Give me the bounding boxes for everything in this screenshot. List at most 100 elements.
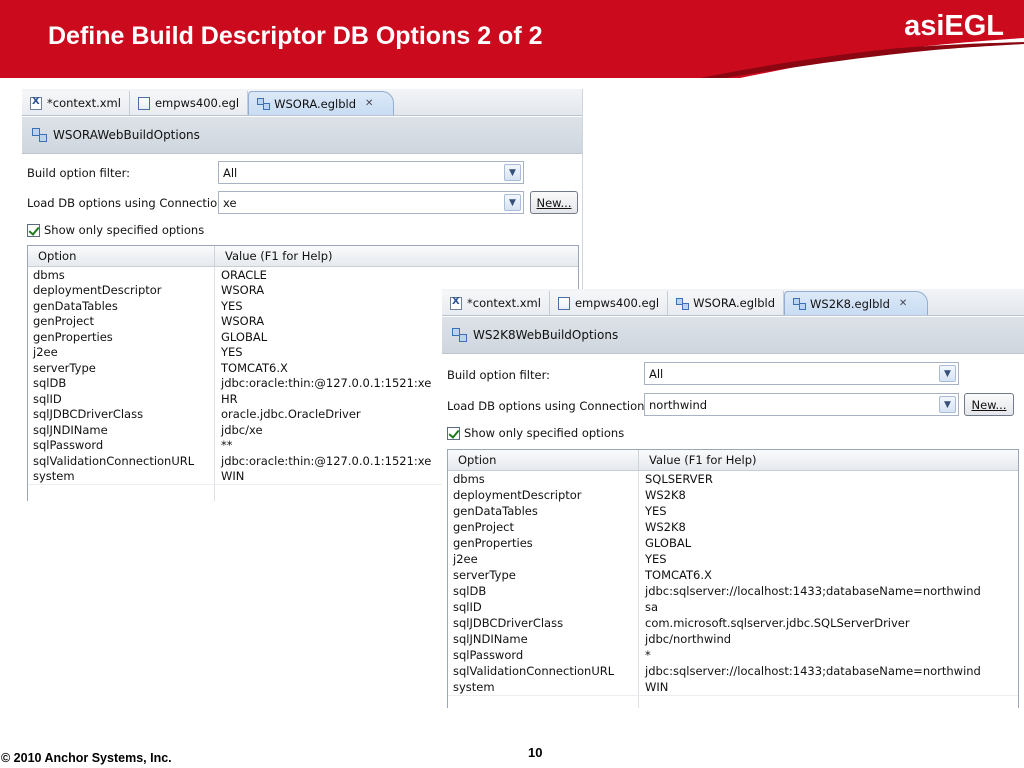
option-name-cell: deploymentDescriptor xyxy=(448,487,639,503)
close-icon[interactable]: ✕ xyxy=(899,298,907,309)
option-value-cell[interactable]: WS2K8 xyxy=(639,487,1018,503)
table-row[interactable]: sqlID sa xyxy=(448,599,1018,615)
tab-label: WSORA.eglbld xyxy=(274,96,357,111)
connection-value: xe xyxy=(223,195,237,210)
editor-tab-bar: *context.xml empws400.egl WSORA.eglbld ✕ xyxy=(22,89,582,116)
column-header-option[interactable]: Option xyxy=(448,450,639,470)
chevron-down-icon[interactable]: ▼ xyxy=(939,365,956,382)
option-name-cell: sqlID xyxy=(448,599,639,615)
tab-ws2k8-eglbld[interactable]: WS2K8.eglbld ✕ xyxy=(784,291,929,315)
option-value-cell[interactable]: jdbc:sqlserver://localhost:1433;database… xyxy=(639,663,1018,679)
option-name-cell: sqlValidationConnectionURL xyxy=(448,663,639,679)
checkbox-checked-icon[interactable] xyxy=(27,223,40,237)
table-row[interactable]: dbms SQLSERVER xyxy=(448,471,1018,487)
show-specified-checkbox-row[interactable]: Show only specified options xyxy=(27,223,204,237)
option-value-cell[interactable]: SQLSERVER xyxy=(639,471,1018,487)
new-connection-button[interactable]: New... xyxy=(530,191,578,214)
new-connection-button[interactable]: New... xyxy=(964,393,1014,416)
form-header: WS2K8WebBuildOptions xyxy=(442,317,1024,354)
checkbox-label: Show only specified options xyxy=(464,426,625,440)
page-number: 10 xyxy=(528,745,543,760)
option-value-cell[interactable]: YES xyxy=(639,551,1018,567)
option-name-cell: serverType xyxy=(448,567,639,583)
tab-context-xml[interactable]: *context.xml xyxy=(22,91,130,115)
table-row[interactable]: sqlJNDIName jdbc/northwind xyxy=(448,631,1018,647)
table-header: Option Value (F1 for Help) xyxy=(448,450,1018,471)
tab-context-xml[interactable]: *context.xml xyxy=(442,291,550,315)
checkbox-label: Show only specified options xyxy=(44,223,205,237)
column-header-option[interactable]: Option xyxy=(28,246,215,266)
chevron-down-icon[interactable]: ▼ xyxy=(939,396,956,413)
option-value-cell[interactable]: sa xyxy=(639,599,1018,615)
empty-cell xyxy=(448,696,639,708)
table-header: Option Value (F1 for Help) xyxy=(28,246,578,267)
option-name-cell: sqlID xyxy=(28,391,215,407)
tab-wsora-eglbld[interactable]: WSORA.eglbld xyxy=(668,291,785,315)
option-name-cell: j2ee xyxy=(448,551,639,567)
option-value-cell[interactable]: jdbc/northwind xyxy=(639,631,1018,647)
close-icon[interactable]: ✕ xyxy=(365,98,373,109)
connection-combo[interactable]: northwind ▼ xyxy=(644,393,959,416)
table-row[interactable]: j2ee YES xyxy=(448,551,1018,567)
table-row[interactable]: genDataTables YES xyxy=(448,503,1018,519)
filter-combo[interactable]: All ▼ xyxy=(644,362,959,385)
option-name-cell: genProject xyxy=(448,519,639,535)
option-name-cell: system xyxy=(28,468,215,484)
option-name-cell: genProperties xyxy=(448,535,639,551)
option-name-cell: dbms xyxy=(448,471,639,487)
table-body: dbms SQLSERVER deploymentDescriptor WS2K8 ge… xyxy=(448,471,1018,708)
build-options-icon xyxy=(452,328,467,342)
table-row[interactable]: dbms ORACLE xyxy=(28,267,578,283)
option-value-cell[interactable]: * xyxy=(639,647,1018,663)
checkbox-checked-icon[interactable] xyxy=(447,426,460,440)
filter-combo[interactable]: All ▼ xyxy=(218,161,524,184)
editor-panel-ws2k8: *context.xml empws400.egl WSORA.eglbld W… xyxy=(442,289,1024,708)
option-value-cell[interactable]: ORACLE xyxy=(215,267,578,283)
show-specified-checkbox-row[interactable]: Show only specified options xyxy=(447,426,624,440)
table-row[interactable]: system WIN xyxy=(448,679,1018,695)
option-name-cell: sqlPassword xyxy=(448,647,639,663)
tab-label: empws400.egl xyxy=(154,96,240,110)
build-descriptor-icon xyxy=(257,97,271,110)
option-value-cell[interactable]: com.microsoft.sqlserver.jdbc.SQLServerDr… xyxy=(639,615,1018,631)
tab-label: *context.xml xyxy=(47,96,121,110)
table-row[interactable]: sqlDB jdbc:sqlserver://localhost:1433;dat… xyxy=(448,583,1018,599)
table-row[interactable]: serverType TOMCAT6.X xyxy=(448,567,1018,583)
tab-label: WSORA.eglbld xyxy=(693,296,776,310)
tab-empws400-egl[interactable]: empws400.egl xyxy=(129,91,249,115)
chevron-down-icon[interactable]: ▼ xyxy=(504,164,521,181)
option-value-cell[interactable]: WIN xyxy=(639,679,1018,695)
option-name-cell: genProject xyxy=(28,313,215,329)
option-value-cell[interactable]: TOMCAT6.X xyxy=(639,567,1018,583)
option-value-cell[interactable]: jdbc:sqlserver://localhost:1433;database… xyxy=(639,583,1018,599)
connection-value: northwind xyxy=(649,397,708,412)
xml-file-icon xyxy=(30,96,42,110)
connection-label: Load DB options using Connection: xyxy=(447,399,649,413)
table-row[interactable]: sqlJDBCDriverClass com.microsoft.sqlserve… xyxy=(448,615,1018,631)
connection-combo[interactable]: xe ▼ xyxy=(218,191,524,214)
option-value-cell[interactable]: WS2K8 xyxy=(639,519,1018,535)
option-name-cell: genDataTables xyxy=(28,298,215,314)
chevron-down-icon[interactable]: ▼ xyxy=(504,194,521,211)
table-row[interactable]: sqlPassword * xyxy=(448,647,1018,663)
tab-label: WS2K8.eglbld xyxy=(810,296,890,311)
table-row[interactable]: genProperties GLOBAL xyxy=(448,535,1018,551)
table-row[interactable]: sqlValidationConnectionURL jdbc:sqlserver… xyxy=(448,663,1018,679)
tab-label: *context.xml xyxy=(467,296,541,310)
column-header-value[interactable]: Value (F1 for Help) xyxy=(215,246,578,266)
option-value-cell[interactable]: GLOBAL xyxy=(639,535,1018,551)
column-header-value[interactable]: Value (F1 for Help) xyxy=(639,450,1018,470)
option-name-cell: deploymentDescriptor xyxy=(28,282,215,298)
empty-cell xyxy=(28,485,215,501)
brand-logo: asiEGL xyxy=(904,10,1004,42)
table-row[interactable]: genProject WS2K8 xyxy=(448,519,1018,535)
option-name-cell: sqlJNDIName xyxy=(448,631,639,647)
table-row[interactable]: deploymentDescriptor WS2K8 xyxy=(448,487,1018,503)
option-value-cell[interactable]: YES xyxy=(639,503,1018,519)
tab-empws400-egl[interactable]: empws400.egl xyxy=(549,291,669,315)
option-name-cell: genDataTables xyxy=(448,503,639,519)
form-header: WSORAWebBuildOptions xyxy=(22,117,582,154)
option-name-cell: dbms xyxy=(28,267,215,283)
tab-wsora-eglbld[interactable]: WSORA.eglbld ✕ xyxy=(248,91,395,115)
filter-label: Build option filter: xyxy=(447,368,550,382)
